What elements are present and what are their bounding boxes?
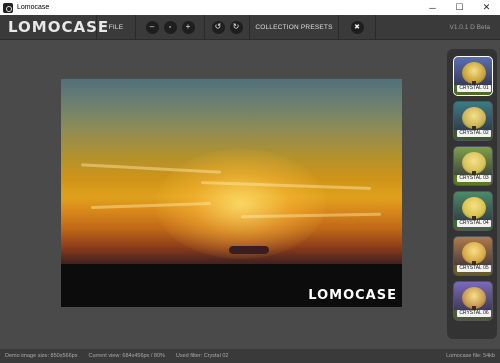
used-filter-status: Used filter: Crystal 02: [175, 353, 229, 359]
toolbar: LOMOCASE FILE – ▫ + ↺ ↻ COLLECTION PRESE…: [0, 14, 500, 40]
fit-to-screen-icon[interactable]: ▫: [163, 20, 177, 34]
rotate-left-icon[interactable]: ↺: [211, 20, 225, 34]
rotate-controls: ↺ ↻: [205, 20, 249, 34]
preset-label: CRYSTAL 06: [457, 310, 491, 317]
window-titlebar: Lomocase ─ ☐ ✕: [0, 0, 500, 15]
preset-label: CRYSTAL 02: [457, 130, 491, 137]
preset-label: CRYSTAL 03: [457, 175, 491, 182]
app-logo: LOMOCASE: [8, 18, 110, 36]
preset-label: CRYSTAL 01: [457, 85, 491, 92]
preset-thumbnail[interactable]: CRYSTAL 01: [453, 56, 493, 96]
preset-thumbnail[interactable]: CRYSTAL 04: [453, 191, 493, 231]
rotate-right-icon[interactable]: ↻: [229, 20, 243, 34]
preset-thumbnail[interactable]: CRYSTAL 03: [453, 146, 493, 186]
current-view-status: Current view: 684x456px / 80%: [88, 353, 165, 359]
zoom-controls: – ▫ +: [136, 20, 204, 34]
minimize-button[interactable]: ─: [419, 0, 446, 15]
app-icon: [3, 2, 13, 13]
watermark-logo: LOMOCASE: [308, 288, 397, 303]
zoom-out-icon[interactable]: –: [145, 20, 159, 34]
preset-label: CRYSTAL 04: [457, 220, 491, 227]
version-label: V1.0.1 D Beta: [449, 23, 490, 31]
preset-thumbnail[interactable]: CRYSTAL 02: [453, 101, 493, 141]
close-image-icon[interactable]: ✖: [350, 20, 364, 34]
demo-size-status: Demo image size: 850x566px: [5, 353, 78, 359]
window-title: Lomocase: [17, 4, 50, 11]
toolbar-divider: [375, 14, 376, 40]
image-canvas[interactable]: LOMOCASE: [61, 79, 402, 307]
dark-cloud: [229, 246, 269, 254]
file-size-status: Lomocase file: 54kb: [446, 353, 495, 359]
window-controls: ─ ☐ ✕: [419, 0, 500, 15]
preset-thumbnail[interactable]: CRYSTAL 05: [453, 236, 493, 276]
status-bar: Demo image size: 850x566px Current view:…: [0, 349, 500, 363]
collection-presets-menu[interactable]: COLLECTION PRESETS: [250, 24, 338, 31]
close-image-group: ✖: [339, 20, 375, 34]
preset-label: CRYSTAL 05: [457, 265, 491, 272]
zoom-in-icon[interactable]: +: [181, 20, 195, 34]
window-close-button[interactable]: ✕: [473, 0, 500, 15]
preset-thumbnail[interactable]: CRYSTAL 06: [453, 281, 493, 321]
maximize-button[interactable]: ☐: [446, 0, 473, 15]
file-menu[interactable]: FILE: [97, 24, 135, 31]
presets-panel: CRYSTAL 01 CRYSTAL 02 CRYSTAL 03 CRYSTAL…: [447, 49, 497, 339]
